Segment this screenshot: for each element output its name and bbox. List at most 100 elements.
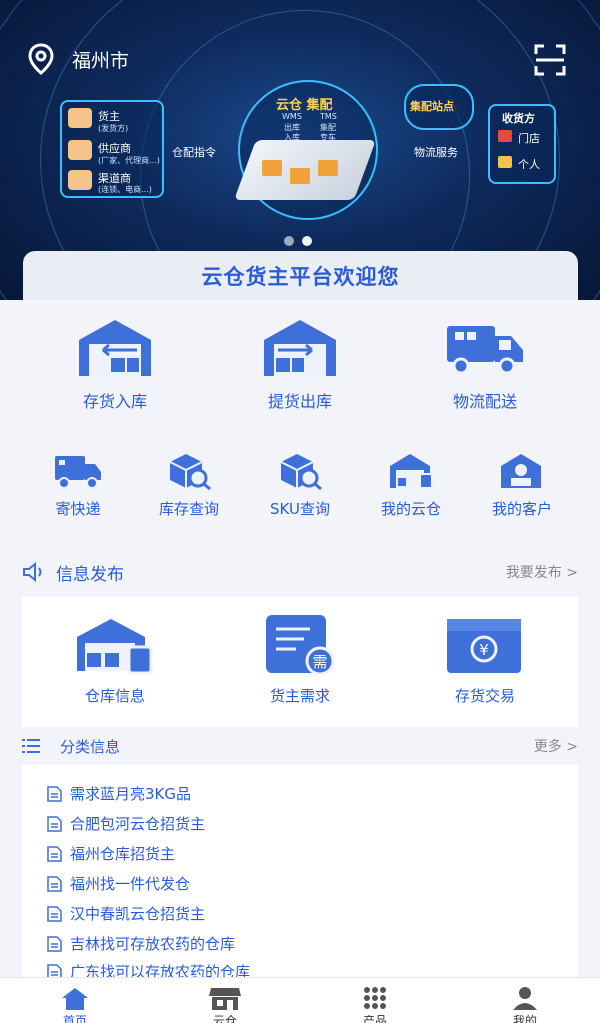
banner-hub-line-1: WMS <box>282 112 302 121</box>
home-icon <box>62 988 88 1010</box>
section-title: 分类信息 <box>60 737 121 756</box>
info-card: 仓库信息 需 货主需求 ¥ 存货交易 <box>22 597 578 727</box>
banner-right-title: 收货方 <box>502 112 535 125</box>
my-warehouse-icon <box>390 454 433 489</box>
action-logistics[interactable]: 物流配送 <box>415 318 555 412</box>
demand-doc-icon: 需 <box>266 615 335 675</box>
list-item[interactable]: 吉林找可存放农药的仓库 <box>47 933 235 954</box>
info-section-header: 信息发布 我要发布 > <box>22 557 578 587</box>
list-item-text: 福州找一件代发仓 <box>70 875 191 893</box>
tab-label: 云仓 <box>212 1014 237 1023</box>
banner-hub-title: 云仓 集配 <box>276 98 333 113</box>
truck-icon <box>447 326 523 375</box>
list-item-text: 需求蓝月亮3KG品 <box>70 785 192 803</box>
banner-left-sub-1: (发货方) <box>98 124 129 133</box>
document-icon <box>47 785 62 802</box>
info-demand[interactable]: 需 货主需求 <box>230 615 370 706</box>
person-icon <box>68 140 92 160</box>
currency-glyph: ¥ <box>479 641 489 659</box>
action-sku-query[interactable]: SKU查询 <box>250 452 350 519</box>
banner-left-arrow: 仓配指令 <box>172 146 216 159</box>
warehouse-out-icon <box>264 320 336 376</box>
action-pick-out[interactable]: 提货出库 <box>230 318 370 412</box>
tab-home[interactable]: 首页 <box>45 986 105 1023</box>
trade-box-icon: ¥ <box>447 619 521 673</box>
warehouse-info-icon <box>77 619 153 675</box>
list-item[interactable]: 广东找可以存放农药的仓库 <box>47 961 250 977</box>
city-name: 福州市 <box>72 49 130 72</box>
location-pin-icon <box>28 43 54 75</box>
bottom-tab-bar: 首页 云仓 产品 我的 <box>0 977 600 1023</box>
person-icon <box>68 108 92 128</box>
scan-icon[interactable] <box>534 44 566 76</box>
banner-left-sub-2: (厂家、代理商...) <box>98 156 160 165</box>
grid-icon <box>364 987 386 1009</box>
sub-actions: 寄快递 库存查询 SKU查询 我的云仓 我的客户 <box>0 452 600 532</box>
more-link[interactable]: 更多 > <box>534 736 578 756</box>
my-customer-icon <box>501 454 541 488</box>
banner-hub-line-2: TMS <box>320 112 337 121</box>
list-item-text: 广东找可以存放农药的仓库 <box>70 963 251 977</box>
banner-left-label-1: 货主 <box>98 110 120 123</box>
publish-link[interactable]: 我要发布 > <box>506 562 578 582</box>
carousel-dot-2[interactable] <box>302 236 312 246</box>
info-warehouse[interactable]: 仓库信息 <box>45 615 185 706</box>
section-title: 信息发布 <box>56 564 124 585</box>
action-my-customer[interactable]: 我的客户 <box>472 452 572 519</box>
tab-cloud-warehouse[interactable]: 云仓 <box>195 986 255 1023</box>
action-my-warehouse[interactable]: 我的云仓 <box>361 452 461 519</box>
list-item-text: 合肥包河云仓招货主 <box>70 815 206 833</box>
delivery-truck-icon <box>55 456 101 489</box>
person-icon <box>68 170 92 190</box>
tab-label: 产品 <box>362 1014 387 1023</box>
document-icon <box>47 905 62 922</box>
document-icon <box>47 845 62 862</box>
list-item[interactable]: 合肥包河云仓招货主 <box>47 813 205 834</box>
banner-station-label: 集配站点 <box>410 100 454 113</box>
action-label: 物流配送 <box>452 392 517 411</box>
action-store-in[interactable]: 存货入库 <box>45 318 185 412</box>
action-label: 我的客户 <box>491 500 552 518</box>
action-label: 库存查询 <box>158 500 219 518</box>
action-label: SKU查询 <box>270 500 330 518</box>
location-selector[interactable]: 福州市 <box>24 42 129 76</box>
sku-search-icon <box>280 454 322 490</box>
tab-label: 首页 <box>62 1014 87 1023</box>
demand-badge-text: 需 <box>312 653 327 671</box>
list-item[interactable]: 福州找一件代发仓 <box>47 873 190 894</box>
info-trade[interactable]: ¥ 存货交易 <box>415 615 555 706</box>
carousel-dot-1[interactable] <box>284 236 294 246</box>
list-item-text: 汉中春凯云仓招货主 <box>70 905 206 923</box>
action-express[interactable]: 寄快递 <box>28 452 128 519</box>
list-item-text: 福州仓库招货主 <box>70 845 176 863</box>
info-label: 货主需求 <box>269 687 330 705</box>
list-item[interactable]: 福州仓库招货主 <box>47 843 175 864</box>
info-label: 仓库信息 <box>84 687 145 705</box>
action-label: 我的云仓 <box>380 500 441 518</box>
speaker-icon <box>23 562 42 582</box>
banner-left-sub-3: (连锁、电商...) <box>98 185 152 194</box>
action-label: 寄快递 <box>55 500 101 518</box>
list-item-text: 吉林找可存放农药的仓库 <box>70 935 236 953</box>
carousel-indicator[interactable] <box>284 236 312 246</box>
welcome-text: 云仓货主平台欢迎您 <box>201 265 400 289</box>
hero-banner[interactable]: 福州市 货主 (发货方) 供应商 (厂家、代理商...) 渠道商 (连锁、电商.… <box>0 0 600 300</box>
list-item[interactable]: 需求蓝月亮3KG品 <box>47 783 191 804</box>
action-label: 存货入库 <box>82 392 147 411</box>
tab-products[interactable]: 产品 <box>345 986 405 1023</box>
document-icon <box>47 815 62 832</box>
banner-left-label-2: 供应商 <box>98 142 131 155</box>
list-item[interactable]: 汉中春凯云仓招货主 <box>47 903 205 924</box>
document-icon <box>47 875 62 892</box>
info-label: 存货交易 <box>454 687 515 705</box>
main-actions: 存货入库 提货出库 物流配送 <box>0 318 600 428</box>
user-icon <box>513 987 537 1010</box>
store-icon <box>209 988 241 1010</box>
banner-right-item-1: 门店 <box>518 132 540 145</box>
action-label: 提货出库 <box>267 392 332 411</box>
banner-right-arrow: 物流服务 <box>414 146 458 159</box>
category-section-header: 分类信息 更多 > <box>22 731 578 761</box>
tab-mine[interactable]: 我的 <box>495 986 555 1023</box>
document-icon <box>47 935 62 952</box>
action-inventory-query[interactable]: 库存查询 <box>139 452 239 519</box>
